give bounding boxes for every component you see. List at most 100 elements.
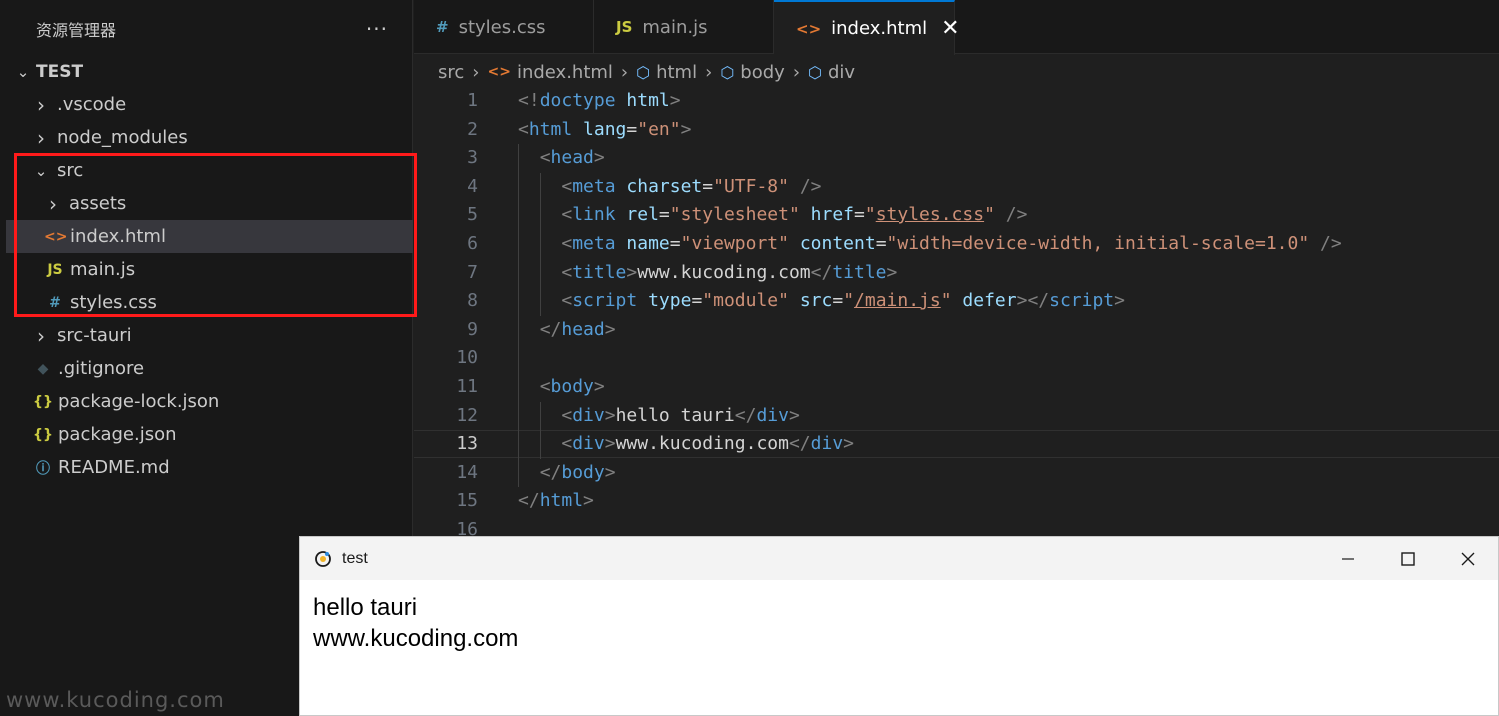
code-line[interactable]: 12 <div>hello tauri</div> [414, 402, 1499, 430]
code-line[interactable]: 11 <body> [414, 373, 1499, 401]
code-token: </ [518, 490, 540, 511]
explorer-title: 资源管理器 [36, 20, 117, 40]
code-token: styles.css [875, 204, 985, 225]
editor-tab-bar: # styles.css JS main.js <> index.html ✕ [414, 0, 1499, 55]
breadcrumb-item[interactable]: body [740, 62, 785, 83]
tree-item-main-js[interactable]: JS main.js [6, 253, 413, 286]
code-line[interactable]: 15 </html> [414, 487, 1499, 515]
tree-root-label: TEST [36, 61, 84, 82]
line-number: 13 [456, 433, 478, 454]
code-token: = [626, 119, 638, 140]
chevron-right-icon: › [705, 61, 713, 83]
tree-item-label: index.html [70, 226, 166, 247]
tab-label: main.js [642, 16, 708, 38]
breadcrumb-item[interactable]: div [828, 62, 855, 83]
tree-root-test[interactable]: ⌄ TEST [6, 55, 413, 88]
code-text: <div>hello tauri</div> [518, 402, 799, 430]
code-line[interactable]: 3 <head> [414, 144, 1499, 172]
breadcrumb-item[interactable]: src [438, 62, 464, 83]
tree-item-package-lock-json[interactable]: {} package-lock.json [6, 385, 413, 418]
code-token: </ [539, 319, 562, 340]
tree-item-package-json[interactable]: {} package.json [6, 418, 413, 451]
code-token: = [658, 204, 670, 225]
code-token: meta [572, 176, 616, 197]
code-token: < [539, 376, 551, 397]
tree-item-label: README.md [58, 457, 170, 478]
breadcrumb-item[interactable]: index.html [517, 62, 613, 83]
minimize-button[interactable] [1318, 537, 1378, 580]
code-token: " [864, 204, 876, 225]
code-token: "width=device-width, initial-scale=1.0" [886, 233, 1310, 254]
code-line[interactable]: 6 <meta name="viewport" content="width=d… [414, 230, 1499, 258]
code-line[interactable]: 4 <meta charset="UTF-8" /> [414, 173, 1499, 201]
code-line[interactable]: 13 <div>www.kucoding.com</div> [414, 430, 1499, 458]
tree-item-src-tauri[interactable]: › src-tauri [6, 319, 413, 352]
code-token: > [680, 119, 692, 140]
more-actions-button[interactable]: ··· [366, 17, 388, 41]
code-line[interactable]: 8 <script type="module" src="/main.js" d… [414, 287, 1499, 315]
tab-main-js[interactable]: JS main.js [594, 0, 774, 54]
code-line[interactable]: 7 <title>www.kucoding.com</title> [414, 259, 1499, 287]
tree-item-src[interactable]: ⌄ src [6, 154, 413, 187]
tab-styles-css[interactable]: # styles.css [414, 0, 594, 54]
code-token: < [561, 290, 573, 311]
code-token: > [886, 262, 898, 283]
code-line[interactable]: 9 </head> [414, 316, 1499, 344]
code-line[interactable]: 14 </body> [414, 459, 1499, 487]
tree-item-gitignore[interactable]: ◆ .gitignore [6, 352, 413, 385]
html-file-icon: <> [44, 228, 68, 245]
json-file-icon: {} [33, 393, 53, 410]
tree-item-readme-md[interactable]: ⓘ README.md [6, 451, 413, 484]
code-token: <! [518, 90, 540, 111]
tab-index-html[interactable]: <> index.html ✕ [774, 0, 960, 55]
code-text: <body> [518, 373, 605, 401]
html-file-icon: <> [487, 64, 511, 80]
code-line[interactable]: 5 <link rel="stylesheet" href="styles.cs… [414, 201, 1499, 229]
code-token: " [984, 204, 995, 225]
code-token: > [1114, 290, 1125, 311]
maximize-icon [1401, 551, 1415, 566]
js-file-icon: JS [616, 18, 633, 36]
code-text: <html lang="en"> [518, 116, 691, 144]
app-content: hello tauri www.kucoding.com [300, 580, 1498, 666]
close-window-button[interactable] [1438, 537, 1498, 580]
code-line[interactable]: 10 [414, 344, 1499, 372]
app-titlebar[interactable]: test [300, 537, 1498, 580]
maximize-button[interactable] [1378, 537, 1438, 580]
tree-item-node-modules[interactable]: › node_modules [6, 121, 413, 154]
code-token: < [561, 176, 573, 197]
chevron-right-icon: › [37, 92, 45, 117]
tree-item-vscode[interactable]: › .vscode [6, 88, 413, 121]
code-token: > [593, 147, 605, 168]
code-token: src [799, 290, 833, 311]
code-token: = [854, 204, 865, 225]
close-icon[interactable]: ✕ [941, 16, 959, 41]
chevron-right-icon: › [472, 61, 480, 83]
tree-item-styles-css[interactable]: # styles.css [6, 286, 413, 319]
code-token: defer [962, 290, 1017, 311]
tree-item-assets[interactable]: › assets [6, 187, 413, 220]
breadcrumb-item[interactable]: html [656, 62, 697, 83]
element-icon: ⬡ [636, 62, 651, 82]
code-line[interactable]: 1 <!doctype html> [414, 87, 1499, 115]
code-token: doctype [539, 90, 616, 111]
code-token: html [626, 90, 670, 111]
code-line[interactable]: 2 <html lang="en"> [414, 116, 1499, 144]
tree-item-label: node_modules [57, 127, 188, 148]
code-text: <!doctype html> [518, 87, 681, 115]
code-token: /main.js [854, 290, 941, 311]
code-token: rel [626, 204, 659, 225]
code-token: < [518, 119, 529, 140]
code-token: ></ [1016, 290, 1050, 311]
app-title: test [342, 549, 368, 567]
tree-item-label: styles.css [70, 292, 157, 313]
tree-item-label: src [57, 160, 84, 181]
tree-item-index-html[interactable]: <> index.html [6, 220, 413, 253]
watermark: www.kucoding.com [6, 688, 225, 712]
code-token: title [832, 262, 887, 283]
